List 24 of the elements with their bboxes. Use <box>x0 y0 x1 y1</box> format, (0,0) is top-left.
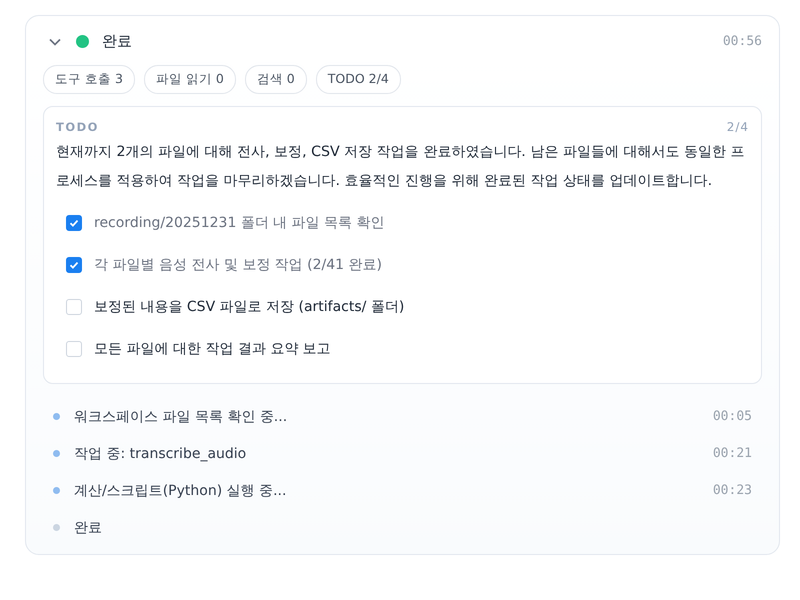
step-text: 작업 중: transcribe_audio <box>74 444 248 462</box>
todo-item-text: 보정된 내용을 CSV 파일로 저장 (artifacts/ 폴더) <box>94 298 404 316</box>
elapsed-time: 00:56 <box>722 34 762 48</box>
stat-chip: 검색 0 <box>244 65 307 94</box>
todo-label: TODO <box>56 120 99 134</box>
step-time: 00:05 <box>712 409 752 424</box>
stat-chip: 도구 호출 3 <box>43 65 135 94</box>
step-time: 00:23 <box>712 483 752 498</box>
status-title: 완료 <box>102 32 133 50</box>
checkmark-icon <box>68 217 80 229</box>
todo-item-text: 각 파일별 음성 전사 및 보정 작업 (2/41 완료) <box>94 256 382 274</box>
step-time: 00:21 <box>712 446 752 461</box>
todo-count: 2/4 <box>726 120 749 134</box>
checkmark-icon <box>68 259 80 271</box>
step-text: 완료 <box>74 518 103 536</box>
stat-chip: 파일 읽기 0 <box>144 65 236 94</box>
todo-item-text: recording/20251231 폴더 내 파일 목록 확인 <box>94 214 385 232</box>
checkbox[interactable] <box>66 215 82 231</box>
stat-chip: TODO 2/4 <box>316 65 401 94</box>
step-text: 계산/스크립트(Python) 실행 중... <box>74 482 288 500</box>
todo-message: 현재까지 2개의 파일에 대해 전사, 보정, CSV 저장 작업을 완료하였습니다. 남은 파일들에 대해서도 동일한 프로세스를 적용하여 작업을 마무리하겠습니다. 효율적인 진행을 위해 완료된 작업 상태를 업데이트합니다. <box>56 143 746 191</box>
step-text: 워크스페이스 파일 목록 확인 중... <box>74 408 288 426</box>
checkbox[interactable] <box>66 257 82 273</box>
todo-item-text: 모든 파일에 대한 작업 결과 요약 보고 <box>94 340 331 358</box>
